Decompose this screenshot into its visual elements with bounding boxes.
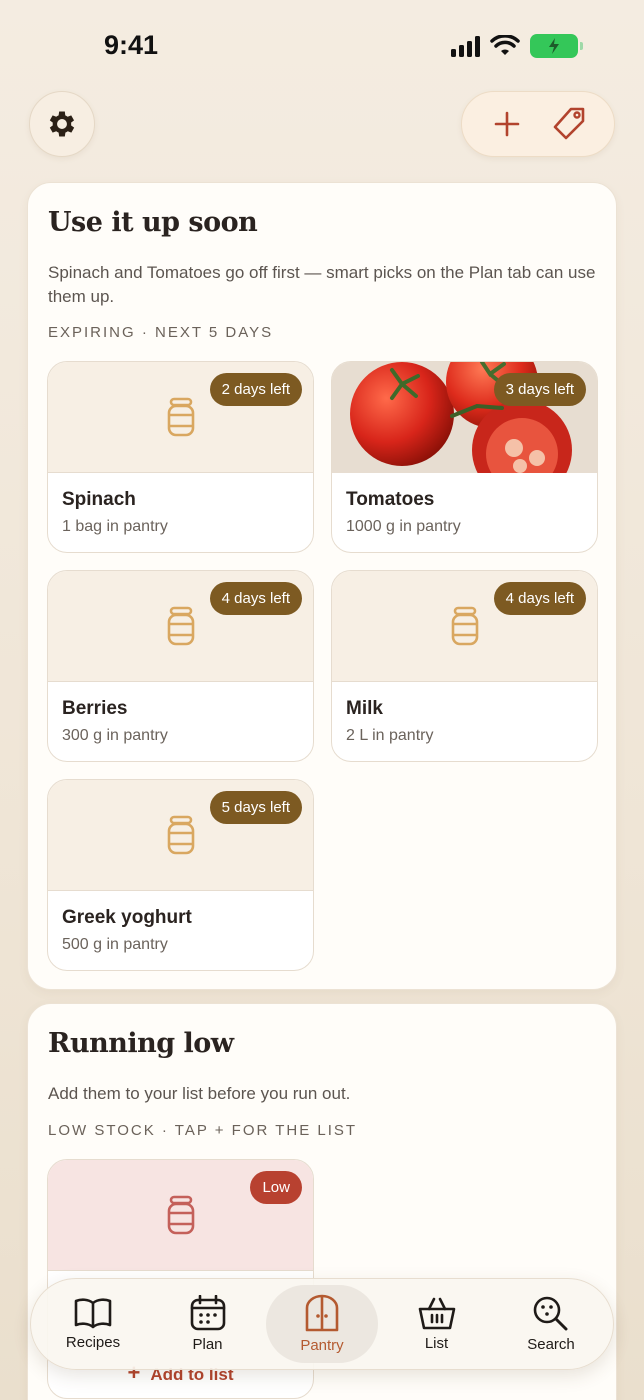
jar-icon	[451, 606, 478, 646]
low-badge: Low	[250, 1171, 302, 1204]
tab-label: Recipes	[65, 1334, 121, 1351]
item-name: Tomatoes	[346, 489, 435, 510]
tab-bar: Recipes Plan Pantry List Search	[30, 1278, 614, 1370]
item-name: Berries	[62, 698, 128, 719]
item-name: Greek yoghurt	[62, 907, 192, 928]
tab-search[interactable]: Search	[495, 1285, 607, 1363]
item-quantity: 300 g in pantry	[62, 727, 168, 744]
item-name: Spinach	[62, 489, 136, 510]
item-quantity: 500 g in pantry	[62, 936, 168, 953]
settings-button[interactable]	[29, 91, 95, 157]
status-icons	[451, 34, 583, 58]
basket-icon	[418, 1297, 455, 1330]
tag-icon	[553, 107, 585, 140]
tab-label: List	[424, 1335, 449, 1352]
book-icon	[74, 1298, 112, 1329]
jar-icon	[167, 1195, 194, 1235]
section-description: Spinach and Tomatoes go off first — smar…	[48, 263, 596, 306]
pantry-item-berries[interactable]: 4 days left Berries 300 g in pantry	[47, 570, 314, 762]
tag-button[interactable]	[543, 98, 595, 150]
jar-icon	[167, 397, 194, 437]
expiry-badge: 2 days left	[209, 373, 302, 406]
tab-label: Plan	[192, 1336, 223, 1353]
expiry-badge: 5 days left	[209, 791, 302, 824]
section-description: Add them to your list before you run out…	[48, 1084, 351, 1103]
jar-icon	[167, 606, 194, 646]
gear-icon	[49, 111, 75, 137]
item-name: Milk	[346, 698, 383, 719]
pantry-item-spinach[interactable]: 2 days left Spinach 1 bag in pantry	[47, 361, 314, 553]
pantry-icon	[305, 1294, 339, 1332]
top-action-group	[461, 91, 615, 157]
section-title: Running low	[48, 1028, 234, 1059]
pantry-item-tomatoes[interactable]: 3 days left Tomatoes 1000 g in pantry	[331, 361, 598, 553]
jar-icon	[167, 815, 194, 855]
calendar-icon	[190, 1295, 225, 1331]
add-item-button[interactable]	[481, 98, 533, 150]
cellular-signal-icon	[451, 35, 480, 57]
tab-label: Pantry	[300, 1337, 344, 1354]
status-bar: 9:41	[0, 0, 644, 90]
plus-icon	[494, 111, 520, 137]
expiry-badge: 3 days left	[493, 373, 586, 406]
section-caption: EXPIRING · NEXT 5 DAYS	[48, 324, 274, 341]
search-icon	[533, 1296, 568, 1331]
tab-list[interactable]: List	[381, 1285, 493, 1363]
item-quantity: 1000 g in pantry	[346, 518, 461, 535]
wifi-icon	[490, 35, 520, 55]
item-quantity: 2 L in pantry	[346, 727, 434, 744]
expiry-badge: 4 days left	[493, 582, 586, 615]
pantry-item-milk[interactable]: 4 days left Milk 2 L in pantry	[331, 570, 598, 762]
battery-icon	[530, 34, 583, 58]
tab-plan[interactable]: Plan	[152, 1285, 264, 1363]
expiry-badge: 4 days left	[209, 582, 302, 615]
expiring-card: Use it up soon Spinach and Tomatoes go o…	[27, 182, 617, 990]
status-time: 9:41	[104, 30, 159, 60]
section-title: Use it up soon	[48, 207, 258, 238]
tab-label: Search	[527, 1336, 575, 1353]
tab-pantry[interactable]: Pantry	[266, 1285, 378, 1363]
item-quantity: 1 bag in pantry	[62, 518, 168, 535]
pantry-item-greek-yoghurt[interactable]: 5 days left Greek yoghurt 500 g in pantr…	[47, 779, 314, 971]
section-caption: LOW STOCK · TAP + FOR THE LIST	[48, 1122, 358, 1139]
tab-recipes[interactable]: Recipes	[37, 1285, 149, 1363]
